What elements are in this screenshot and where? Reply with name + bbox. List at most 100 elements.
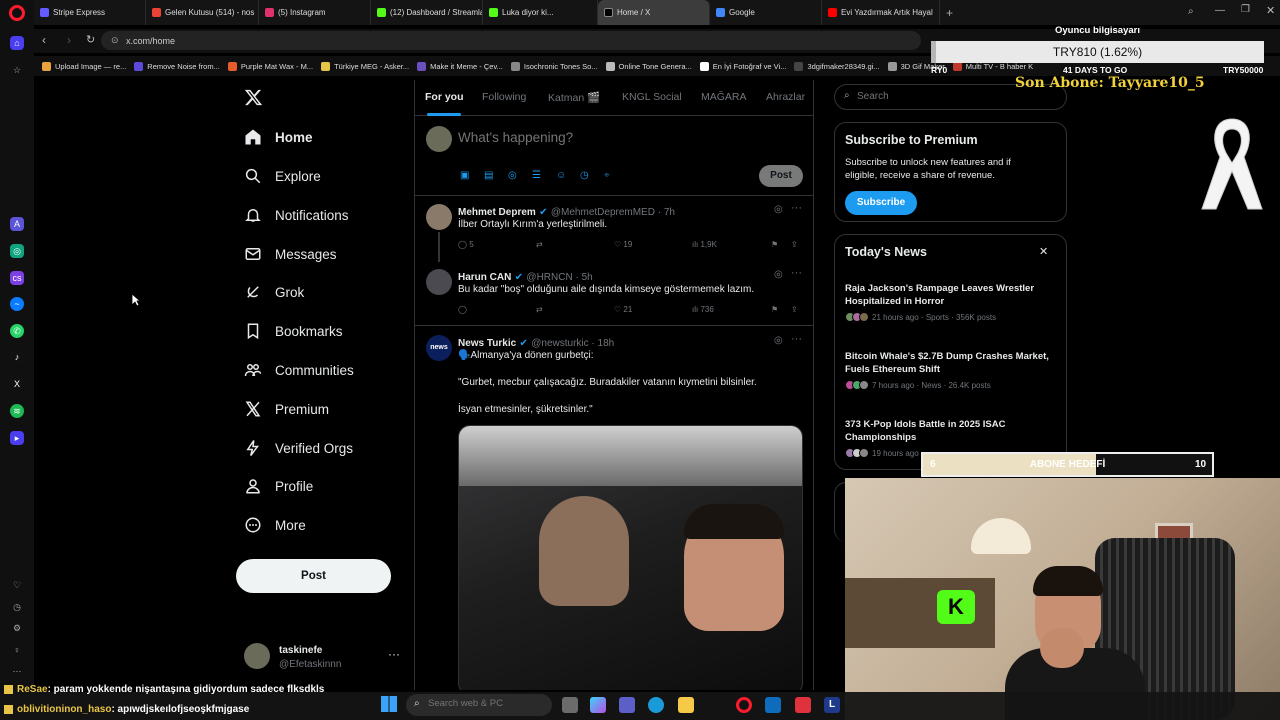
bookmark-item[interactable]: Make it Meme - Çev... [417, 61, 503, 71]
bookmark-item[interactable]: Isochronic Tones So... [510, 61, 598, 71]
opera-taskbar-icon[interactable] [736, 697, 752, 713]
like-button[interactable]: ♡ 19 [614, 240, 632, 249]
search-tabs-icon[interactable]: ⌕ [1188, 6, 1194, 17]
nav-item-verified-orgs[interactable]: Verified Orgs [244, 434, 353, 462]
compose-input[interactable] [458, 130, 778, 145]
tiktok-icon[interactable]: ♪ [10, 350, 24, 364]
more-dots-icon[interactable]: ··· [791, 267, 802, 279]
chatgpt-icon[interactable]: ◎ [10, 244, 24, 258]
nav-item-notifications[interactable]: Notifications [244, 201, 349, 229]
gif-icon[interactable]: ▤ [484, 170, 493, 181]
bookmark-item[interactable]: Purple Mat Wax - M... [227, 61, 313, 71]
back-icon[interactable]: ‹ [42, 33, 46, 47]
bookmark-item[interactable]: Türkiye MEG - Asker... [321, 61, 409, 71]
browser-tab[interactable]: (5) Instagram [259, 0, 371, 25]
site-info-icon[interactable]: ⊙ [111, 35, 119, 46]
reply-button[interactable]: ◯ [458, 305, 469, 314]
tab-kngl-social[interactable]: KNGL Social [622, 91, 682, 103]
x-logo-icon[interactable] [244, 88, 263, 107]
bookmark-item[interactable]: Remove Noise from... [134, 61, 220, 71]
browser-tab[interactable]: (12) Dashboard / Streamla [371, 0, 483, 25]
bookmark-button[interactable]: ⚑ [771, 305, 778, 314]
repost-button[interactable]: ⇄ [536, 240, 543, 249]
account-switcher[interactable]: taskinefe @Efetaskinnn ··· [244, 643, 404, 673]
nav-item-messages[interactable]: Messages [244, 240, 337, 268]
poll-icon[interactable]: ☰ [532, 170, 541, 181]
maximize-icon[interactable]: ❐ [1241, 4, 1250, 15]
edge-icon[interactable] [648, 697, 664, 713]
repost-button[interactable]: ⇄ [536, 305, 543, 314]
whatsapp-icon[interactable]: ✆ [10, 324, 24, 338]
outlook-icon[interactable] [765, 697, 781, 713]
browser-tab[interactable]: Stripe Express [34, 0, 146, 25]
tweet-author-name[interactable]: Harun CAN [458, 272, 511, 283]
close-icon[interactable]: ✕ [1039, 245, 1048, 258]
share-button[interactable]: ⇪ [791, 240, 798, 249]
more-dots-icon[interactable]: ··· [791, 202, 802, 214]
browser-tab[interactable]: Evi Yazdırmak Artık Hayal [822, 0, 940, 25]
tab-magara[interactable]: MAĞARA [701, 91, 747, 103]
tweet-author-name[interactable]: News Turkic [458, 338, 516, 349]
bookmark-item[interactable]: Upload Image — re... [42, 61, 126, 71]
minimize-icon[interactable]: — [1215, 5, 1225, 16]
nav-item-profile[interactable]: Profile [244, 472, 313, 500]
nav-item-more[interactable]: More [244, 511, 306, 539]
bookmark-item[interactable]: En İyi Fotoğraf ve Vi... [699, 61, 786, 71]
nav-item-home[interactable]: Home [244, 123, 313, 151]
tab-for-you[interactable]: For you [425, 91, 464, 103]
forward-icon[interactable]: › [67, 33, 71, 47]
image-icon[interactable]: ▣ [460, 170, 469, 181]
nav-item-communities[interactable]: Communities [244, 356, 354, 384]
url-bar[interactable]: ⊙ x.com/home [101, 31, 921, 50]
file-explorer-icon[interactable] [678, 697, 694, 713]
opera-logo-icon[interactable] [9, 5, 25, 21]
grok-icon[interactable]: ◎ [774, 204, 783, 215]
news-item[interactable]: Raja Jackson's Rampage Leaves Wrestler H… [845, 282, 1060, 322]
tweet[interactable]: news News Turkic ✔ @newsturkic · 18h ◎ ·… [415, 327, 813, 690]
x-sidebar-icon[interactable]: X [10, 377, 24, 391]
close-window-icon[interactable]: ✕ [1266, 4, 1275, 17]
search-input[interactable] [857, 91, 1057, 102]
nav-item-premium[interactable]: Premium [244, 395, 329, 423]
spotify-icon[interactable]: ≋ [10, 404, 24, 418]
messenger-icon[interactable]: ~ [10, 297, 24, 311]
tweet-author-name[interactable]: Mehmet Deprem [458, 207, 536, 218]
schedule-icon[interactable]: ◷ [580, 170, 589, 181]
history-icon[interactable]: ◷ [10, 600, 24, 614]
tab-following[interactable]: Following [482, 91, 526, 103]
player-icon[interactable]: ▸ [10, 431, 24, 445]
heart-icon[interactable]: ♡ [10, 578, 24, 592]
nav-item-bookmarks[interactable]: Bookmarks [244, 317, 343, 345]
taskbar-search[interactable]: ⌕ [406, 694, 552, 716]
teams-icon[interactable] [619, 697, 635, 713]
copilot-icon[interactable] [590, 697, 606, 713]
avatar[interactable] [426, 269, 452, 295]
browser-tab[interactable]: Gelen Kutusu (514) - nos [146, 0, 259, 25]
nav-item-grok[interactable]: Grok [244, 278, 304, 306]
subscribe-button[interactable]: Subscribe [845, 191, 917, 215]
bookmark-star-icon[interactable]: ☆ [10, 63, 24, 77]
views-button[interactable]: ılı 736 [692, 305, 714, 314]
task-view-icon[interactable] [562, 697, 578, 713]
app-l-icon[interactable]: L [824, 697, 840, 713]
nav-item-explore[interactable]: Explore [244, 162, 321, 190]
bookmark-item[interactable]: Online Tone Genera... [605, 61, 692, 71]
app-red-icon[interactable] [795, 697, 811, 713]
compose-post-button[interactable]: Post [759, 165, 803, 187]
reply-button[interactable]: ◯ 5 [458, 240, 474, 249]
views-button[interactable]: ılı 1,9K [692, 240, 717, 249]
browser-tab-active[interactable]: Home / X [598, 0, 710, 25]
more-dots-icon[interactable]: ⋯ [10, 664, 24, 678]
avatar[interactable]: news [426, 335, 452, 361]
more-dots-icon[interactable]: ··· [791, 333, 802, 345]
windows-start-icon[interactable] [381, 696, 397, 712]
browser-tab[interactable]: Google [710, 0, 822, 25]
like-button[interactable]: ♡ 21 [614, 305, 632, 314]
location-icon[interactable]: ⌖ [604, 170, 610, 181]
aria-icon[interactable]: A [10, 217, 24, 231]
grok-icon[interactable]: ◎ [508, 170, 517, 181]
bookmark-button[interactable]: ⚑ [771, 240, 778, 249]
grok-icon[interactable]: ◎ [774, 269, 783, 280]
taskbar-search-input[interactable] [428, 698, 523, 709]
tweet-video[interactable] [458, 425, 803, 690]
